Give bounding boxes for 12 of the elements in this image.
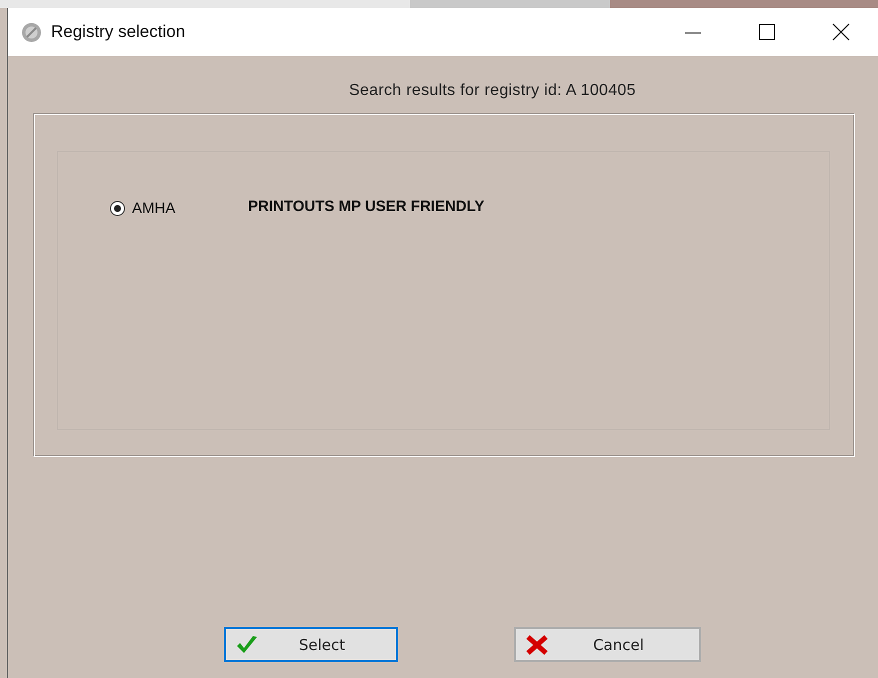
window-title: Registry selection [51, 22, 186, 42]
close-icon [526, 634, 548, 654]
checkmark-icon [236, 634, 258, 654]
cancel-button[interactable]: Cancel [514, 627, 701, 662]
minimize-icon [685, 32, 701, 34]
app-icon [21, 22, 42, 42]
select-button[interactable]: Select [224, 627, 398, 662]
close-icon [832, 23, 850, 41]
radio-button[interactable]: AMHA [110, 200, 248, 216]
result-description: PRINTOUTS MP USER FRIENDLY [248, 198, 484, 214]
search-results-heading: Search results for registry id: A 100405 [349, 82, 636, 100]
maximize-icon [758, 23, 776, 41]
